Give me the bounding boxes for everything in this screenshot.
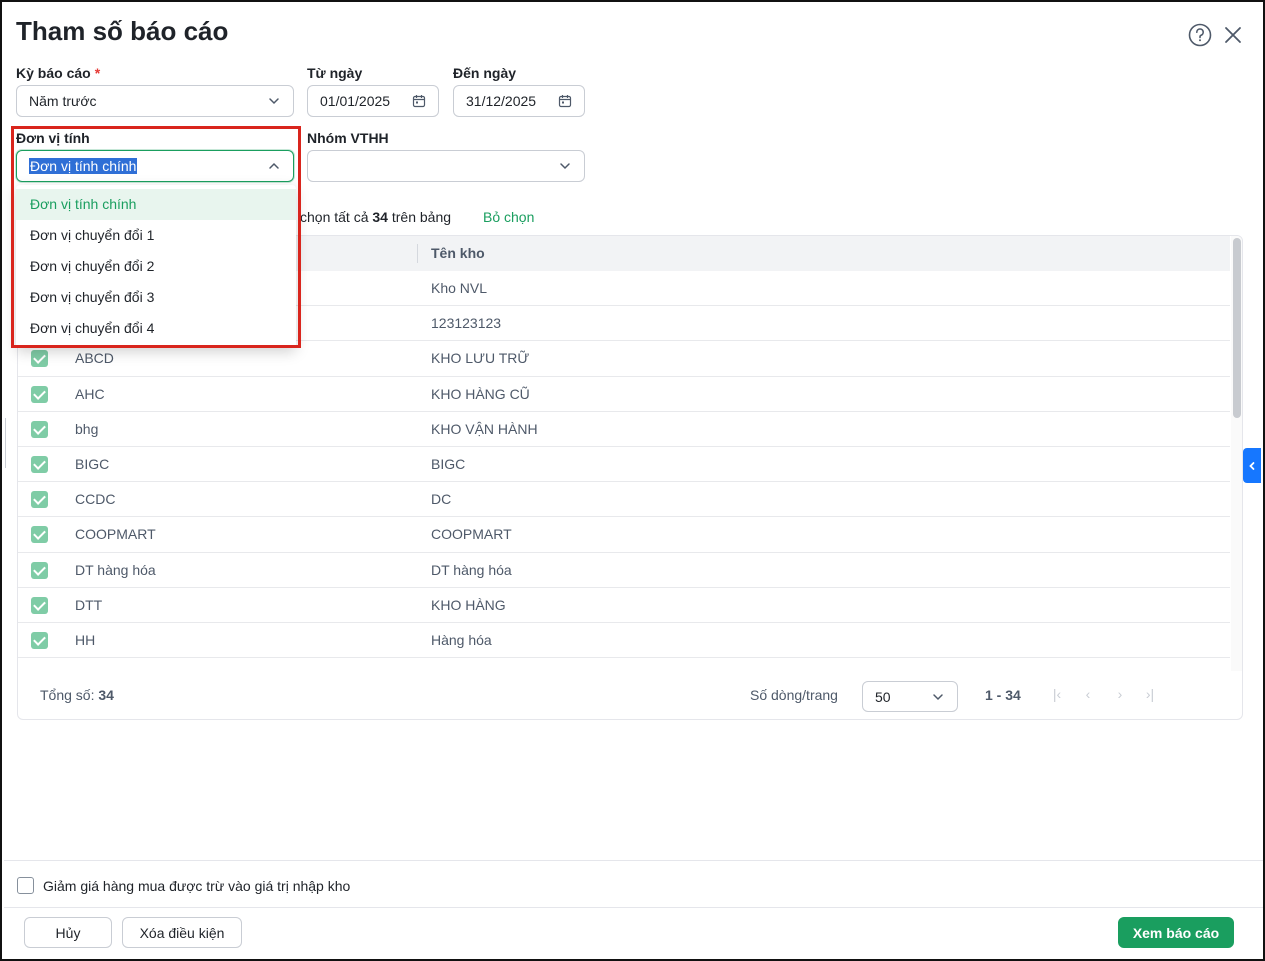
next-page-icon[interactable]: ›: [1112, 686, 1128, 704]
unit-option[interactable]: Đơn vị chuyển đổi 3: [16, 282, 296, 313]
collapse-panel-button[interactable]: [1243, 448, 1261, 483]
table-row[interactable]: COOPMART COOPMART: [18, 517, 1230, 553]
dialog-title: Tham số báo cáo: [16, 16, 229, 46]
rows-per-page-value: 50: [875, 688, 891, 705]
chevron-left-icon: [1249, 461, 1255, 470]
row-checkbox[interactable]: [31, 491, 48, 509]
last-page-icon[interactable]: ›|: [1142, 686, 1158, 704]
page-range: 1 - 34: [985, 687, 1021, 703]
period-select[interactable]: Năm trước: [16, 85, 294, 117]
from-date-input[interactable]: 01/01/2025: [307, 85, 439, 117]
chevron-down-icon: [933, 693, 943, 700]
row-checkbox[interactable]: [31, 561, 48, 579]
row-checkbox[interactable]: [31, 631, 48, 649]
cancel-button[interactable]: Hủy: [24, 917, 112, 948]
table-row[interactable]: AHC KHO HÀNG CŨ: [18, 377, 1230, 412]
table-footer: Tổng số: 34 Số dòng/trang 50 1 - 34 |‹ ‹…: [18, 671, 1242, 719]
discount-checkbox[interactable]: [17, 877, 34, 894]
total-count: Tổng số: 34: [40, 687, 114, 703]
rows-per-page-select[interactable]: 50: [862, 681, 958, 712]
discount-label: Giảm giá hàng mua được trừ vào giá trị n…: [43, 878, 351, 894]
from-date-label: Từ ngày: [307, 65, 363, 81]
table-row[interactable]: HH Hàng hóa: [18, 623, 1230, 659]
table-row[interactable]: BIGC BIGC: [18, 447, 1230, 483]
warehouse-name: KHO VẬN HÀNH: [431, 420, 538, 437]
unit-dropdown: Đơn vị tính chính Đơn vị chuyển đổi 1 Đơ…: [16, 185, 296, 348]
unit-option[interactable]: Đơn vị chuyển đổi 1: [16, 220, 296, 251]
chevron-down-icon: [560, 163, 570, 170]
vertical-scrollbar[interactable]: [1231, 236, 1242, 671]
warehouse-code: CCDC: [75, 491, 116, 508]
warehouse-code: AHC: [75, 385, 105, 402]
row-checkbox[interactable]: [31, 350, 48, 368]
warehouse-name: COOPMART: [431, 526, 512, 543]
rows-per-page-label: Số dòng/trang: [750, 687, 838, 703]
period-label: Kỳ báo cáo *: [16, 65, 101, 81]
close-icon[interactable]: [1220, 22, 1246, 48]
scrollbar-thumb[interactable]: [1233, 238, 1241, 418]
period-value: Năm trước: [29, 93, 97, 109]
to-date-label: Đến ngày: [453, 65, 517, 81]
unit-value: Đơn vị tính chính: [29, 158, 138, 174]
warehouse-code: bhg: [75, 420, 99, 437]
column-divider: [417, 244, 418, 263]
warehouse-name: Kho NVL: [431, 280, 488, 296]
unit-option[interactable]: Đơn vị tính chính: [16, 189, 296, 220]
row-checkbox[interactable]: [31, 526, 48, 544]
row-checkbox[interactable]: [31, 455, 48, 473]
clear-conditions-button[interactable]: Xóa điều kiện: [122, 917, 242, 948]
group-label: Nhóm VTHH: [307, 130, 389, 146]
warehouse-name: DT hàng hóa: [431, 561, 512, 578]
warehouse-name: Hàng hóa: [431, 631, 492, 648]
warehouse-name: BIGC: [431, 455, 466, 472]
report-params-dialog: Tham số báo cáo Kỳ báo cáo * Năm trước Từ…: [0, 0, 1265, 961]
warehouse-code: DTT: [75, 596, 103, 613]
unit-option[interactable]: Đơn vị chuyển đổi 2: [16, 251, 296, 282]
to-date-input[interactable]: 31/12/2025: [453, 85, 585, 117]
view-report-button[interactable]: Xem báo cáo: [1118, 917, 1234, 948]
first-page-icon[interactable]: |‹: [1049, 686, 1065, 704]
row-checkbox[interactable]: [31, 420, 48, 438]
table-row[interactable]: CCDC DC: [18, 482, 1230, 518]
warehouse-code: BIGC: [75, 455, 110, 472]
help-icon[interactable]: [1187, 22, 1213, 48]
warehouse-name: KHO LƯU TRỮ: [431, 350, 530, 367]
warehouse-name: DC: [431, 491, 452, 508]
warehouse-name: KHO HÀNG: [431, 596, 506, 613]
table-row[interactable]: bhg KHO VẬN HÀNH: [18, 412, 1230, 447]
left-edge-handle: [2, 418, 6, 468]
warehouse-code: DT hàng hóa: [75, 561, 156, 578]
unit-option[interactable]: Đơn vị chuyển đổi 4: [16, 313, 296, 344]
prev-page-icon[interactable]: ‹: [1080, 686, 1096, 704]
divider: [4, 907, 1263, 908]
unit-select[interactable]: Đơn vị tính chính: [16, 150, 294, 182]
group-select[interactable]: [307, 150, 585, 182]
table-row[interactable]: DT hàng hóa DT hàng hóa: [18, 553, 1230, 588]
warehouse-code: COOPMART: [75, 526, 156, 543]
selection-info: chọn tất cả 34 trên bảng: [300, 209, 452, 225]
table-row[interactable]: DTT KHO HÀNG: [18, 588, 1230, 623]
chevron-up-icon: [269, 162, 279, 169]
chevron-down-icon: [269, 98, 279, 105]
calendar-icon: [558, 95, 572, 108]
divider: [4, 860, 1263, 861]
warehouse-code: HH: [75, 631, 96, 648]
row-checkbox[interactable]: [31, 596, 48, 614]
column-header-name: Tên kho: [431, 245, 485, 261]
warehouse-name: KHO HÀNG CŨ: [431, 385, 530, 402]
from-date-value: 01/01/2025: [320, 93, 391, 109]
unit-label: Đơn vị tính: [16, 130, 90, 146]
required-marker: *: [94, 65, 101, 81]
warehouse-name: 123123123: [431, 315, 502, 332]
clear-selection-link[interactable]: Bỏ chọn: [483, 209, 534, 225]
calendar-icon: [412, 95, 426, 108]
row-checkbox[interactable]: [31, 385, 48, 403]
to-date-value: 31/12/2025: [466, 93, 537, 109]
